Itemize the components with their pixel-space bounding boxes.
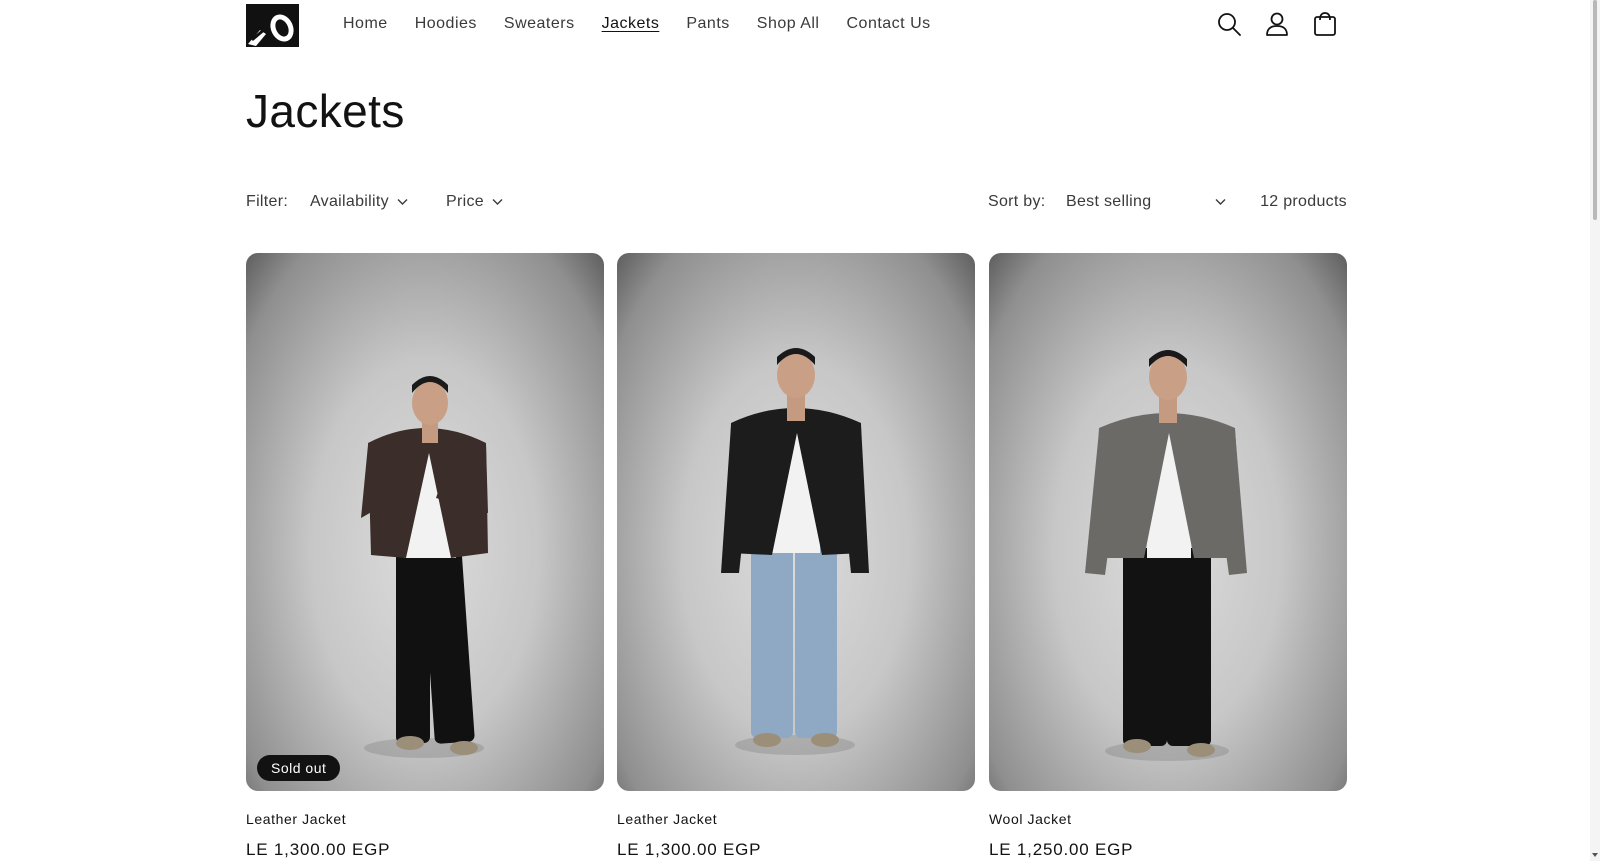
filter-label: Filter: bbox=[246, 193, 289, 210]
chevron-down-icon bbox=[397, 199, 408, 205]
product-card[interactable]: Leather Jacket LE 1,300.00 EGP bbox=[617, 253, 975, 860]
nav-pants[interactable]: Pants bbox=[686, 14, 729, 34]
sort-select[interactable]: Best selling bbox=[1066, 192, 1226, 212]
product-card[interactable]: Sold out Leather Jacket LE 1,300.00 EGP bbox=[246, 253, 604, 860]
product-image[interactable] bbox=[989, 253, 1347, 791]
product-card[interactable]: Wool Jacket LE 1,250.00 EGP bbox=[989, 253, 1347, 860]
nav-home[interactable]: Home bbox=[343, 14, 388, 34]
main-nav: Home Hoodies Sweaters Jackets Pants Shop… bbox=[343, 14, 958, 34]
page-scrollbar[interactable] bbox=[1590, 0, 1600, 861]
sort-select-value: Best selling bbox=[1066, 193, 1152, 210]
product-photo bbox=[361, 376, 488, 758]
price-filter[interactable]: Price bbox=[446, 192, 503, 212]
product-image[interactable] bbox=[617, 253, 975, 791]
product-photo bbox=[721, 348, 869, 755]
nav-contact-us[interactable]: Contact Us bbox=[846, 14, 930, 34]
cart-icon[interactable] bbox=[1312, 11, 1338, 37]
scrollbar-thumb[interactable] bbox=[1593, 0, 1597, 220]
account-icon[interactable] bbox=[1264, 11, 1290, 37]
product-image[interactable]: Sold out bbox=[246, 253, 604, 791]
chevron-down-icon bbox=[492, 199, 503, 205]
product-price: LE 1,300.00 EGP bbox=[617, 840, 762, 859]
search-icon[interactable] bbox=[1216, 11, 1242, 37]
product-photo bbox=[1085, 350, 1247, 761]
product-title[interactable]: Wool Jacket bbox=[989, 810, 1347, 828]
product-price: LE 1,250.00 EGP bbox=[989, 840, 1134, 859]
chevron-down-icon bbox=[1215, 199, 1226, 205]
nav-hoodies[interactable]: Hoodies bbox=[415, 14, 477, 34]
brand-logo-icon[interactable] bbox=[246, 4, 299, 47]
filter-bar: Filter: Availability Price Sort by: Best… bbox=[246, 192, 1347, 214]
price-filter-label: Price bbox=[446, 193, 484, 210]
availability-filter[interactable]: Availability bbox=[310, 192, 408, 212]
availability-filter-label: Availability bbox=[310, 193, 389, 210]
nav-jackets[interactable]: Jackets bbox=[602, 14, 660, 34]
scroll-down-icon[interactable] bbox=[1591, 851, 1599, 859]
page-title: Jackets bbox=[246, 85, 405, 137]
sold-out-badge: Sold out bbox=[257, 755, 341, 781]
nav-shop-all[interactable]: Shop All bbox=[757, 14, 820, 34]
nav-sweaters[interactable]: Sweaters bbox=[504, 14, 575, 34]
product-title[interactable]: Leather Jacket bbox=[246, 810, 604, 828]
header-icons bbox=[1216, 11, 1338, 37]
sort-label: Sort by: bbox=[988, 193, 1046, 210]
product-count: 12 products bbox=[1260, 193, 1347, 210]
site-header: Home Hoodies Sweaters Jackets Pants Shop… bbox=[0, 0, 1600, 50]
product-price: LE 1,300.00 EGP bbox=[246, 840, 391, 859]
product-title[interactable]: Leather Jacket bbox=[617, 810, 975, 828]
